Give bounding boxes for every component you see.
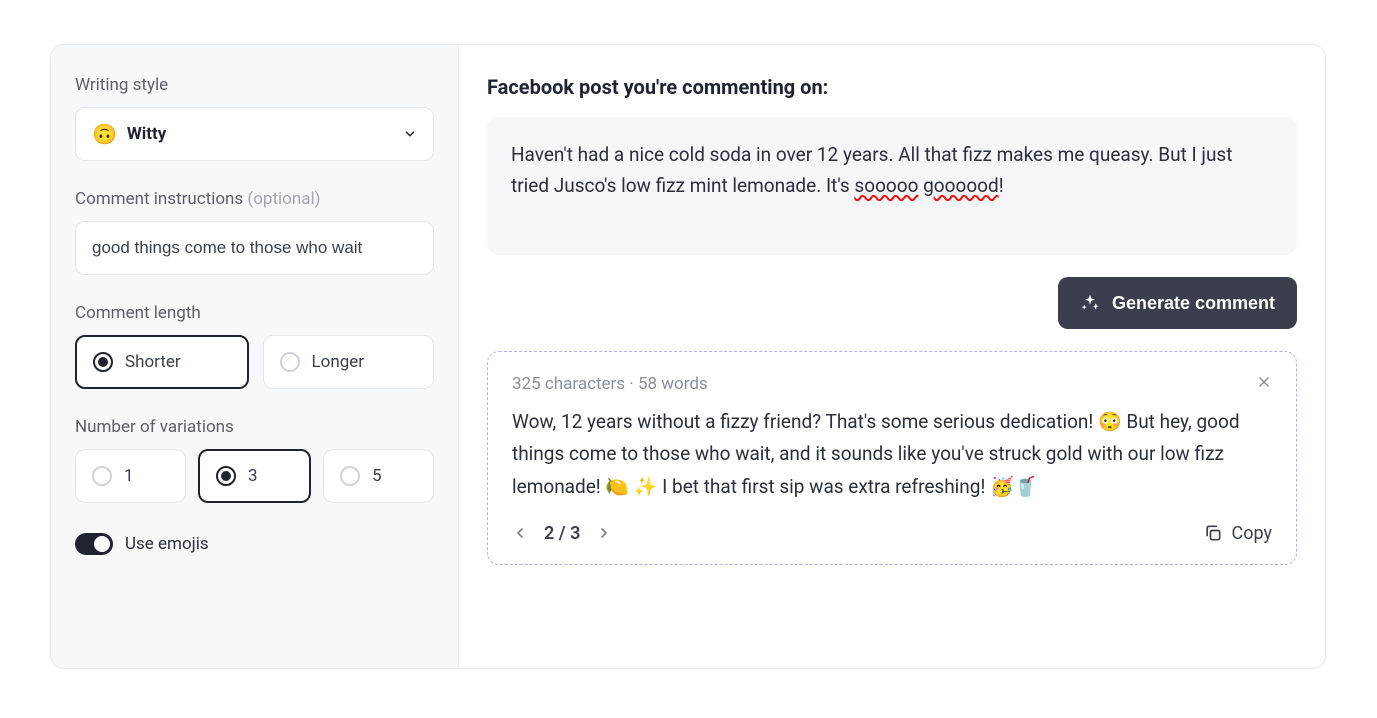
copy-icon xyxy=(1203,523,1223,543)
length-option-shorter[interactable]: Shorter xyxy=(75,335,249,389)
length-options: Shorter Longer xyxy=(75,335,434,389)
variations-option-5[interactable]: 5 xyxy=(323,449,434,503)
length-label: Comment length xyxy=(75,303,434,323)
instructions-input[interactable] xyxy=(75,221,434,275)
radio-icon xyxy=(92,466,112,486)
close-icon[interactable] xyxy=(1256,374,1272,394)
main-title: Facebook post you're commenting on: xyxy=(487,75,1297,99)
copy-label: Copy xyxy=(1231,523,1272,544)
variations-option-label: 5 xyxy=(372,466,382,486)
variations-options: 1 3 5 xyxy=(75,449,434,503)
variations-option-label: 3 xyxy=(248,466,258,486)
spellcheck-word: sooooo xyxy=(854,174,918,197)
app-container: Writing style 🙃 Witty Comment instructio… xyxy=(50,44,1326,669)
pager-total: 3 xyxy=(570,523,580,544)
chevron-down-icon xyxy=(403,127,417,141)
result-card: 325 characters · 58 words Wow, 12 years … xyxy=(487,351,1297,565)
emojis-toggle-label: Use emojis xyxy=(125,534,209,554)
pager-next[interactable] xyxy=(596,525,612,541)
variations-option-1[interactable]: 1 xyxy=(75,449,186,503)
pager-count: 2 / 3 xyxy=(544,523,580,544)
generate-button-label: Generate comment xyxy=(1112,293,1275,314)
spellcheck-word: goooood xyxy=(923,174,999,197)
variations-option-label: 1 xyxy=(124,466,134,486)
result-footer: 2 / 3 Copy xyxy=(512,523,1272,544)
radio-icon xyxy=(216,466,236,486)
writing-style-label: Writing style xyxy=(75,75,434,95)
emojis-toggle[interactable] xyxy=(75,533,113,555)
generate-button[interactable]: Generate comment xyxy=(1058,277,1297,329)
length-option-label: Longer xyxy=(312,352,365,372)
result-meta: 325 characters · 58 words xyxy=(512,374,708,394)
writing-style-dropdown[interactable]: 🙃 Witty xyxy=(75,107,434,161)
pager: 2 / 3 xyxy=(512,523,612,544)
generate-row: Generate comment xyxy=(487,277,1297,329)
instructions-label-text: Comment instructions xyxy=(75,189,247,209)
variations-label: Number of variations xyxy=(75,417,434,437)
sidebar: Writing style 🙃 Witty Comment instructio… xyxy=(51,45,459,668)
post-suffix: ! xyxy=(999,174,1004,197)
dropdown-left: 🙃 Witty xyxy=(92,122,166,146)
length-option-label: Shorter xyxy=(125,352,181,372)
instructions-label: Comment instructions (optional) xyxy=(75,189,434,209)
optional-hint: (optional) xyxy=(247,189,320,209)
upside-down-face-icon: 🙃 xyxy=(92,122,117,146)
radio-icon xyxy=(93,352,113,372)
toggle-knob xyxy=(94,536,110,552)
radio-icon xyxy=(340,466,360,486)
sparkles-icon xyxy=(1080,293,1100,313)
main-panel: Facebook post you're commenting on: Have… xyxy=(459,45,1325,668)
writing-style-value: Witty xyxy=(127,124,166,144)
pager-prev[interactable] xyxy=(512,525,528,541)
post-input[interactable]: Haven't had a nice cold soda in over 12 … xyxy=(487,117,1297,255)
result-header: 325 characters · 58 words xyxy=(512,374,1272,394)
copy-button[interactable]: Copy xyxy=(1203,523,1272,544)
emojis-toggle-row: Use emojis xyxy=(75,533,434,555)
variations-option-3[interactable]: 3 xyxy=(198,449,311,503)
radio-icon xyxy=(280,352,300,372)
length-option-longer[interactable]: Longer xyxy=(263,335,435,389)
pager-current: 2 xyxy=(544,523,554,544)
result-body: Wow, 12 years without a fizzy friend? Th… xyxy=(512,406,1272,503)
